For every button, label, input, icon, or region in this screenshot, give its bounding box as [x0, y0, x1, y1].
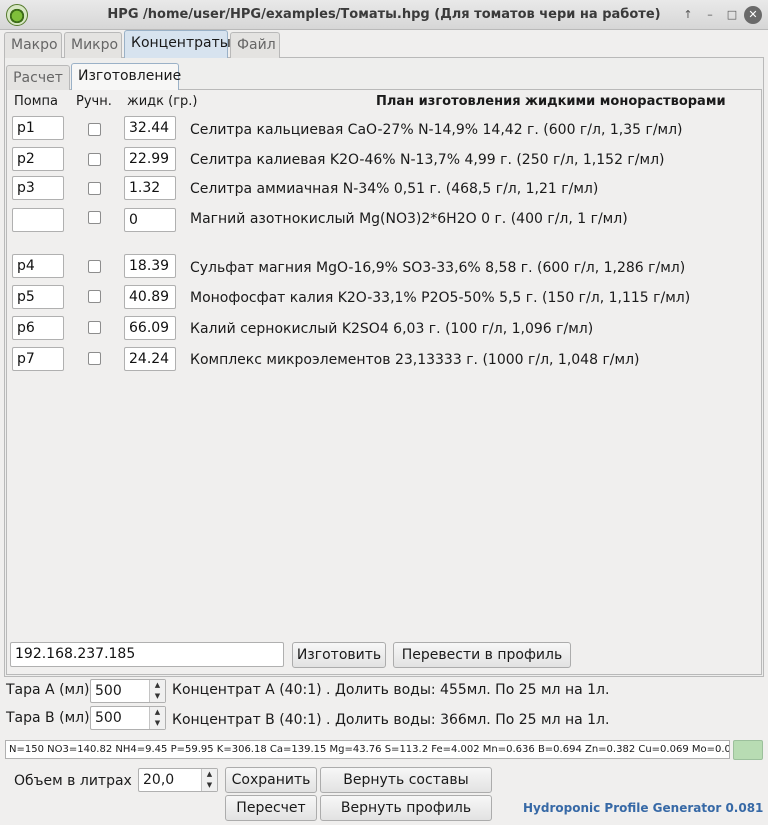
tara-b-info: Концентрат B (40:1) . Долить воды: 366мл… — [172, 712, 610, 728]
spin-arrows-icon[interactable]: ▲ ▼ — [149, 680, 165, 702]
fertilizer-description: Комплекс микроэлементов 23,13333 г. (100… — [190, 352, 640, 368]
tara-a-value: 500 — [95, 683, 122, 699]
manual-checkbox[interactable] — [88, 182, 101, 195]
liquid-amount-field[interactable]: 22.99 — [124, 147, 176, 171]
save-button[interactable]: Сохранить — [225, 767, 317, 793]
window-title: HPG /home/user/HPG/examples/Томаты.hpg (… — [107, 7, 661, 22]
manual-checkbox[interactable] — [88, 211, 101, 224]
manual-checkbox[interactable] — [88, 153, 101, 166]
tab-file[interactable]: Файл — [230, 32, 280, 58]
pump-field[interactable]: p6 — [12, 316, 64, 340]
manual-checkbox[interactable] — [88, 321, 101, 334]
fertilizer-description: Селитра кальциевая CaO-27% N-14,9% 14,42… — [190, 122, 683, 138]
tara-a-spinbox[interactable]: 500 ▲ ▼ — [90, 679, 166, 703]
volume-value: 20,0 — [143, 772, 175, 788]
tara-b-label: Тара B (мл) — [6, 710, 90, 726]
restore-profile-button[interactable]: Вернуть профиль — [320, 795, 492, 821]
recalc-button[interactable]: Пересчет — [225, 795, 317, 821]
spin-arrows-icon[interactable]: ▲ ▼ — [149, 707, 165, 729]
tab-concentrates[interactable]: Концентраты — [124, 30, 231, 58]
liquid-amount-field[interactable]: 1.32 — [124, 176, 176, 200]
status-indicator — [733, 740, 763, 760]
tab-micro[interactable]: Микро — [64, 32, 122, 58]
fertilizer-description: Магний азотнокислый Mg(NO3)2*6H2O 0 г. (… — [190, 211, 628, 227]
liquid-amount-field[interactable]: 0 — [124, 208, 176, 232]
manual-column-header: Ручн. — [76, 94, 112, 109]
spin-arrows-icon[interactable]: ▲ ▼ — [201, 769, 217, 791]
manual-checkbox[interactable] — [88, 123, 101, 136]
liquid-amount-field[interactable]: 40.89 — [124, 285, 176, 309]
tara-a-info: Концентрат A (40:1) . Долить воды: 455мл… — [172, 682, 610, 698]
tab-macro[interactable]: Макро — [4, 32, 62, 58]
liquid-amount-field[interactable]: 32.44 — [124, 116, 176, 140]
liquid-amount-field[interactable]: 24.24 — [124, 347, 176, 371]
pump-field[interactable]: p1 — [12, 116, 64, 140]
tara-b-value: 500 — [95, 710, 122, 726]
pump-field[interactable]: p5 — [12, 285, 64, 309]
pump-field[interactable] — [12, 208, 64, 232]
fertilizer-description: Селитра калиевая K2O-46% N-13,7% 4,99 г.… — [190, 152, 665, 168]
manual-checkbox[interactable] — [88, 260, 101, 273]
nutrient-summary-field[interactable]: N=150 NO3=140.82 NH4=9.45 P=59.95 K=306.… — [5, 740, 730, 759]
fertilizer-description: Калий сернокислый K2SO4 6,03 г. (100 г/л… — [190, 321, 594, 337]
plan-title: План изготовления жидкими монорастворами — [376, 94, 726, 109]
close-icon[interactable]: ✕ — [744, 6, 762, 24]
liquid-column-header: жидк (гр.) — [127, 94, 198, 109]
manual-checkbox[interactable] — [88, 290, 101, 303]
pump-column-header: Помпа — [14, 94, 59, 109]
pump-field[interactable]: p7 — [12, 347, 64, 371]
fertilizer-description: Сульфат магния MgO-16,9% SO3-33,6% 8,58 … — [190, 260, 686, 276]
tara-b-spinbox[interactable]: 500 ▲ ▼ — [90, 706, 166, 730]
liquid-amount-field[interactable]: 18.39 — [124, 254, 176, 278]
version-label: Hydroponic Profile Generator 0.081 — [523, 801, 764, 815]
tab-manufacturing[interactable]: Изготовление — [71, 63, 181, 90]
pump-field[interactable]: p2 — [12, 147, 64, 171]
ip-address-input[interactable]: 192.168.237.185 — [10, 642, 284, 667]
fertilizer-description: Монофосфат калия K2O-33,1% P2O5-50% 5,5 … — [190, 290, 691, 306]
maximize-icon[interactable]: □ — [724, 7, 740, 23]
fertilizer-description: Селитра аммиачная N-34% 0,51 г. (468,5 г… — [190, 181, 599, 197]
manual-checkbox[interactable] — [88, 352, 101, 365]
to-profile-button[interactable]: Перевести в профиль — [393, 642, 571, 668]
make-button[interactable]: Изготовить — [292, 642, 386, 668]
minimize-icon[interactable]: – — [702, 7, 718, 23]
tara-a-label: Тара А (мл) — [6, 682, 90, 698]
volume-label: Объем в литрах — [14, 773, 132, 789]
liquid-amount-field[interactable]: 66.09 — [124, 316, 176, 340]
tab-calculation[interactable]: Расчет — [6, 65, 70, 90]
pump-field[interactable]: p3 — [12, 176, 64, 200]
restore-compositions-button[interactable]: Вернуть составы — [320, 767, 492, 793]
volume-spinbox[interactable]: 20,0 ▲ ▼ — [138, 768, 218, 792]
pump-field[interactable]: p4 — [12, 254, 64, 278]
keep-above-icon[interactable]: ↑ — [680, 7, 696, 23]
